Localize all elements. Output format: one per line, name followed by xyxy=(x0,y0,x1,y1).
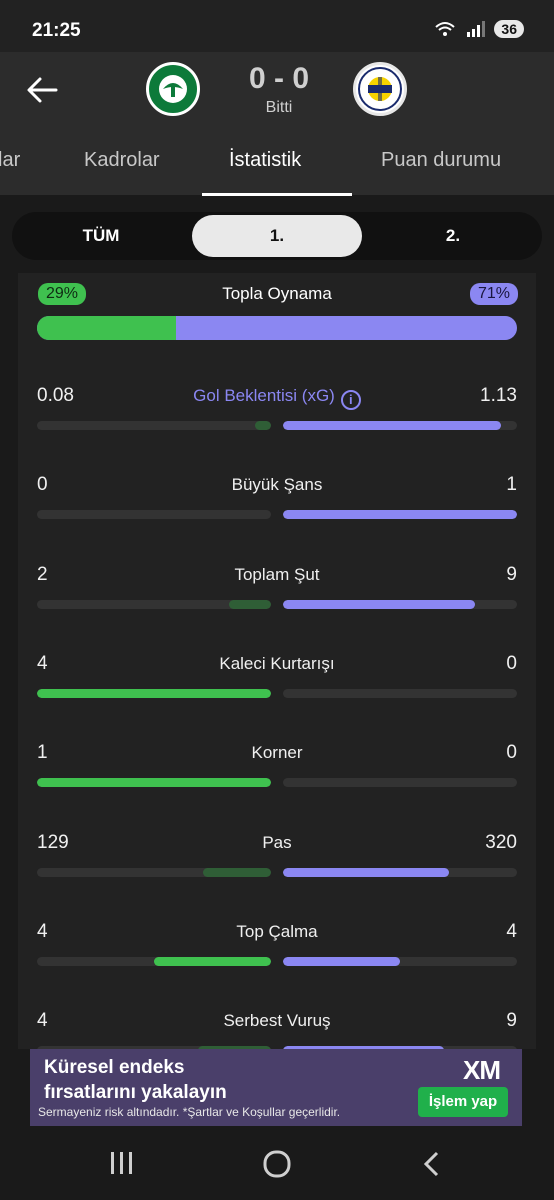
statistics-list: 29% Topla Oynama 71% 0.08 Gol Beklentisi … xyxy=(18,273,536,1049)
stat-away-bar xyxy=(283,421,501,430)
stat-label: Kaleci Kurtarışı xyxy=(18,654,536,674)
away-team-crest[interactable] xyxy=(353,62,407,116)
konyaspor-crest-icon xyxy=(152,68,194,110)
stat-away-track xyxy=(283,867,517,877)
stat-label: Toplam Şut xyxy=(18,565,536,585)
ad-headline: Küresel endeks xyxy=(44,1057,185,1078)
stat-away-value: 9 xyxy=(506,1010,517,1032)
stat-home-track xyxy=(37,599,271,609)
stat-label-text: Gol Beklentisi (xG) xyxy=(193,386,335,405)
stat-label-text: Büyük Şans xyxy=(231,475,323,495)
stat-away-value: 0 xyxy=(506,742,517,764)
stat-away-track xyxy=(283,421,517,430)
stat-label-text: Pas xyxy=(262,832,292,852)
stat-home-bar xyxy=(154,956,271,966)
stat-row-bu-yu-k-s-ans: 0 Büyük Şans 1 xyxy=(18,474,536,563)
status-icons: 36 xyxy=(434,20,524,38)
stat-home-bar xyxy=(228,599,271,609)
stat-away-track xyxy=(283,599,517,609)
stat-home-track xyxy=(37,688,271,698)
stat-label-text: Toplam Şut xyxy=(234,564,320,584)
stat-label: Büyük Şans xyxy=(18,475,536,495)
stat-row-gol-beklentisi-xg: 0.08 Gol Beklentisi (xG) i 1.13 xyxy=(18,385,536,474)
stat-away-value: 0 xyxy=(506,652,517,674)
stat-home-track xyxy=(37,956,271,966)
home-team-crest[interactable] xyxy=(146,62,200,116)
period-first-half-button[interactable]: 1. xyxy=(192,215,362,257)
stat-row-toplam-s-ut: 2 Toplam Şut 9 xyxy=(18,564,536,653)
signal-icon xyxy=(467,21,486,37)
battery-indicator: 36 xyxy=(494,20,524,38)
stat-away-value: 9 xyxy=(506,563,517,585)
possession-bar xyxy=(37,316,517,340)
stat-away-bar xyxy=(283,867,450,877)
stat-home-bar xyxy=(203,867,271,877)
home-icon[interactable] xyxy=(262,1150,292,1178)
stat-away-track xyxy=(283,510,517,520)
back-nav-icon[interactable] xyxy=(420,1150,444,1178)
stat-label: Serbest Vuruş xyxy=(18,1011,536,1031)
period-second-half-button[interactable]: 2. xyxy=(374,215,532,257)
possession-home-fill xyxy=(37,316,177,340)
stat-row-korner: 1 Korner 0 xyxy=(18,742,536,831)
info-icon[interactable]: i xyxy=(340,390,361,410)
match-header: 0 - 0 Bitti xyxy=(0,52,554,195)
wifi-icon xyxy=(435,22,456,36)
stat-label[interactable]: Gol Beklentisi (xG) i xyxy=(18,386,536,410)
stat-away-bar xyxy=(283,599,475,609)
stat-home-track xyxy=(37,421,271,430)
stat-away-track xyxy=(283,778,517,788)
stat-home-bar xyxy=(37,688,271,698)
ad-cta-button[interactable]: İşlem yap xyxy=(418,1087,508,1117)
period-selector: TÜM 1. 2. xyxy=(12,212,542,260)
stat-away-value: 320 xyxy=(485,831,517,853)
ad-banner[interactable]: Küresel endeks fırsatlarını yakalayın Se… xyxy=(30,1049,522,1126)
stat-label-text: Serbest Vuruş xyxy=(223,1011,331,1031)
stat-row-kaleci-kurtar-s: 4 Kaleci Kurtarışı 0 xyxy=(18,653,536,742)
stat-away-track xyxy=(283,688,517,698)
stat-label-text: Korner xyxy=(251,743,303,763)
stat-label: Pas xyxy=(18,833,536,853)
stat-home-track xyxy=(37,778,271,788)
back-arrow-icon[interactable] xyxy=(22,70,62,110)
stat-away-value: 1.13 xyxy=(480,385,517,406)
stat-home-bar xyxy=(254,421,271,430)
stat-away-bar xyxy=(283,510,517,520)
stat-row-top-c-alma: 4 Top Çalma 4 xyxy=(18,921,536,1010)
stat-home-track xyxy=(37,867,271,877)
stat-label: Korner xyxy=(18,743,536,763)
stat-home-bar xyxy=(37,778,271,788)
possession-label: Topla Oynama xyxy=(222,284,332,303)
stat-row-pas: 129 Pas 320 xyxy=(18,832,536,921)
stat-home-track xyxy=(37,510,271,520)
tab-standings[interactable]: Puan durumu xyxy=(381,149,501,172)
status-time: 21:25 xyxy=(32,20,81,41)
period-all-button[interactable]: TÜM xyxy=(22,215,180,257)
stat-label-text: Kaleci Kurtarışı xyxy=(219,653,335,673)
stat-away-track xyxy=(283,956,517,966)
system-navigation-bar xyxy=(0,1126,554,1200)
status-bar: 21:25 36 xyxy=(0,0,554,52)
stat-label-text: Top Çalma xyxy=(236,921,318,941)
stat-label: Top Çalma xyxy=(18,922,536,942)
tab-statistics[interactable]: İstatistik xyxy=(229,149,301,172)
fenerbahce-crest-icon xyxy=(358,67,402,111)
ad-disclaimer: Sermayeniz risk altındadır. *Şartlar ve … xyxy=(38,1105,341,1119)
stat-away-value: 4 xyxy=(506,920,517,942)
match-score: 0 - 0 xyxy=(248,62,310,95)
active-tab-indicator xyxy=(202,193,352,196)
tab-lineups[interactable]: Kadrolar xyxy=(84,149,160,172)
match-status: Bitti xyxy=(265,99,293,116)
ad-subheadline: fırsatlarını yakalayın xyxy=(44,1082,227,1103)
stat-row-serbest-vurus: 4 Serbest Vuruş 9 xyxy=(18,1010,536,1049)
stat-away-value: 1 xyxy=(506,474,517,496)
recent-apps-icon[interactable] xyxy=(108,1150,136,1176)
possession-away-badge: 71% xyxy=(469,283,518,305)
ad-brand-logo: XM xyxy=(463,1055,501,1085)
tab-matches[interactable]: lar xyxy=(0,149,20,172)
stat-away-bar xyxy=(283,956,400,966)
